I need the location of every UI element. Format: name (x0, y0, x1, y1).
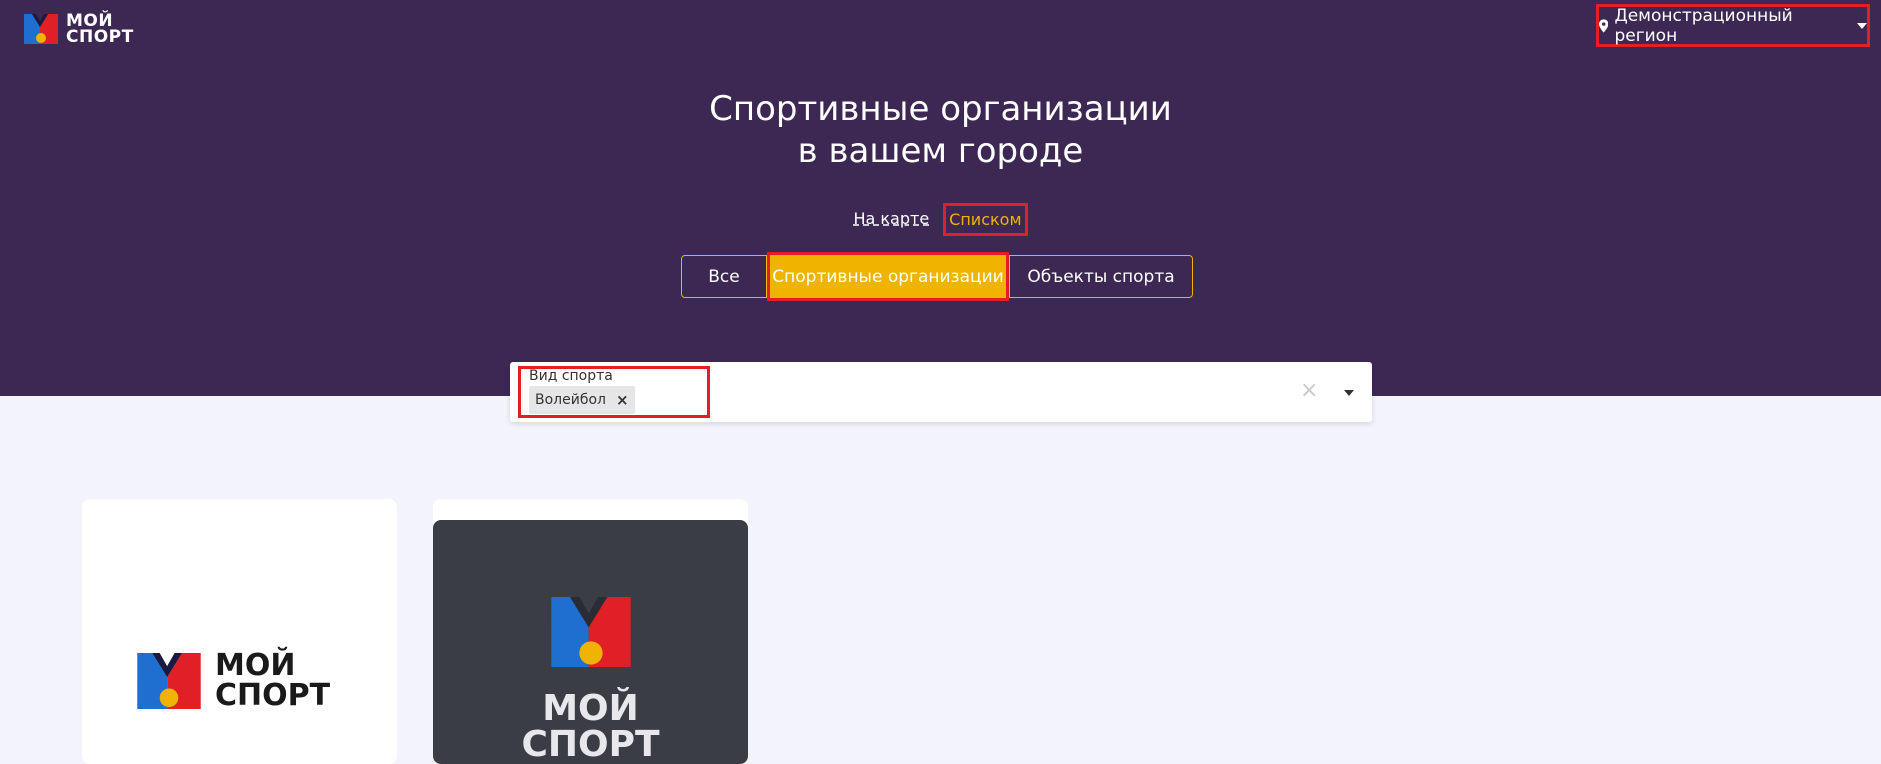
logo-text: МОЙ СПОРТ (66, 13, 134, 47)
card-logo-line1: МОЙ (215, 648, 296, 683)
logo-m-icon (550, 597, 631, 667)
card-image: МОЙ СПОРТ (433, 520, 748, 764)
logo-m-icon (24, 14, 58, 44)
selected-sport-text: Волейбол (535, 392, 606, 408)
sport-type-select[interactable]: Вид спорта Волейбол × × (510, 362, 1372, 422)
card-logo-line1: МОЙ (542, 688, 639, 729)
card-logo: МОЙ СПОРТ (137, 651, 330, 711)
region-label: Демонстрационный регион (1614, 5, 1793, 46)
card-logo-text: МОЙ СПОРТ (215, 651, 330, 711)
sport-type-label: Вид спорта (529, 368, 613, 384)
filter-objects-button[interactable]: Объекты спорта (1009, 255, 1193, 298)
logo-m-icon (137, 653, 201, 709)
card-logo: МОЙ СПОРТ (433, 597, 748, 763)
organization-card[interactable]: МОЙ СПОРТ (82, 499, 397, 764)
filter-organizations-button[interactable]: Спортивные организации (767, 252, 1009, 301)
region-selector[interactable]: Демонстрационный регион (1596, 4, 1870, 47)
view-map-link[interactable]: На карте (853, 203, 929, 236)
view-list-link[interactable]: Списком (943, 203, 1028, 236)
chevron-down-icon (1857, 22, 1867, 29)
logo-line2: СПОРТ (66, 27, 134, 47)
card-logo-text: МОЙ СПОРТ (521, 691, 659, 763)
selected-sport-chip: Волейбол × (529, 386, 635, 414)
site-logo[interactable]: МОЙ СПОРТ (24, 13, 134, 47)
view-toggle: На карте Списком (0, 203, 1881, 236)
category-filters: Все Спортивные организации Объекты спорт… (681, 252, 1193, 301)
page-title: Спортивные организации в вашем городе (0, 88, 1881, 172)
clear-icon[interactable]: × (1300, 378, 1318, 403)
location-pin-icon (1599, 18, 1609, 33)
dropdown-arrow-icon[interactable] (1344, 390, 1354, 396)
page-title-line2: в вашем городе (797, 131, 1084, 171)
page-title-line1: Спортивные организации (709, 89, 1172, 129)
organization-card[interactable]: МОЙ СПОРТ (433, 499, 748, 764)
chip-remove-icon[interactable]: × (616, 391, 629, 409)
filter-all-button[interactable]: Все (681, 255, 767, 298)
card-logo-line2: СПОРТ (521, 724, 660, 764)
hero-section: МОЙ СПОРТ Демонстрационный регион Спорти… (0, 0, 1881, 396)
card-logo-line2: СПОРТ (215, 678, 331, 713)
